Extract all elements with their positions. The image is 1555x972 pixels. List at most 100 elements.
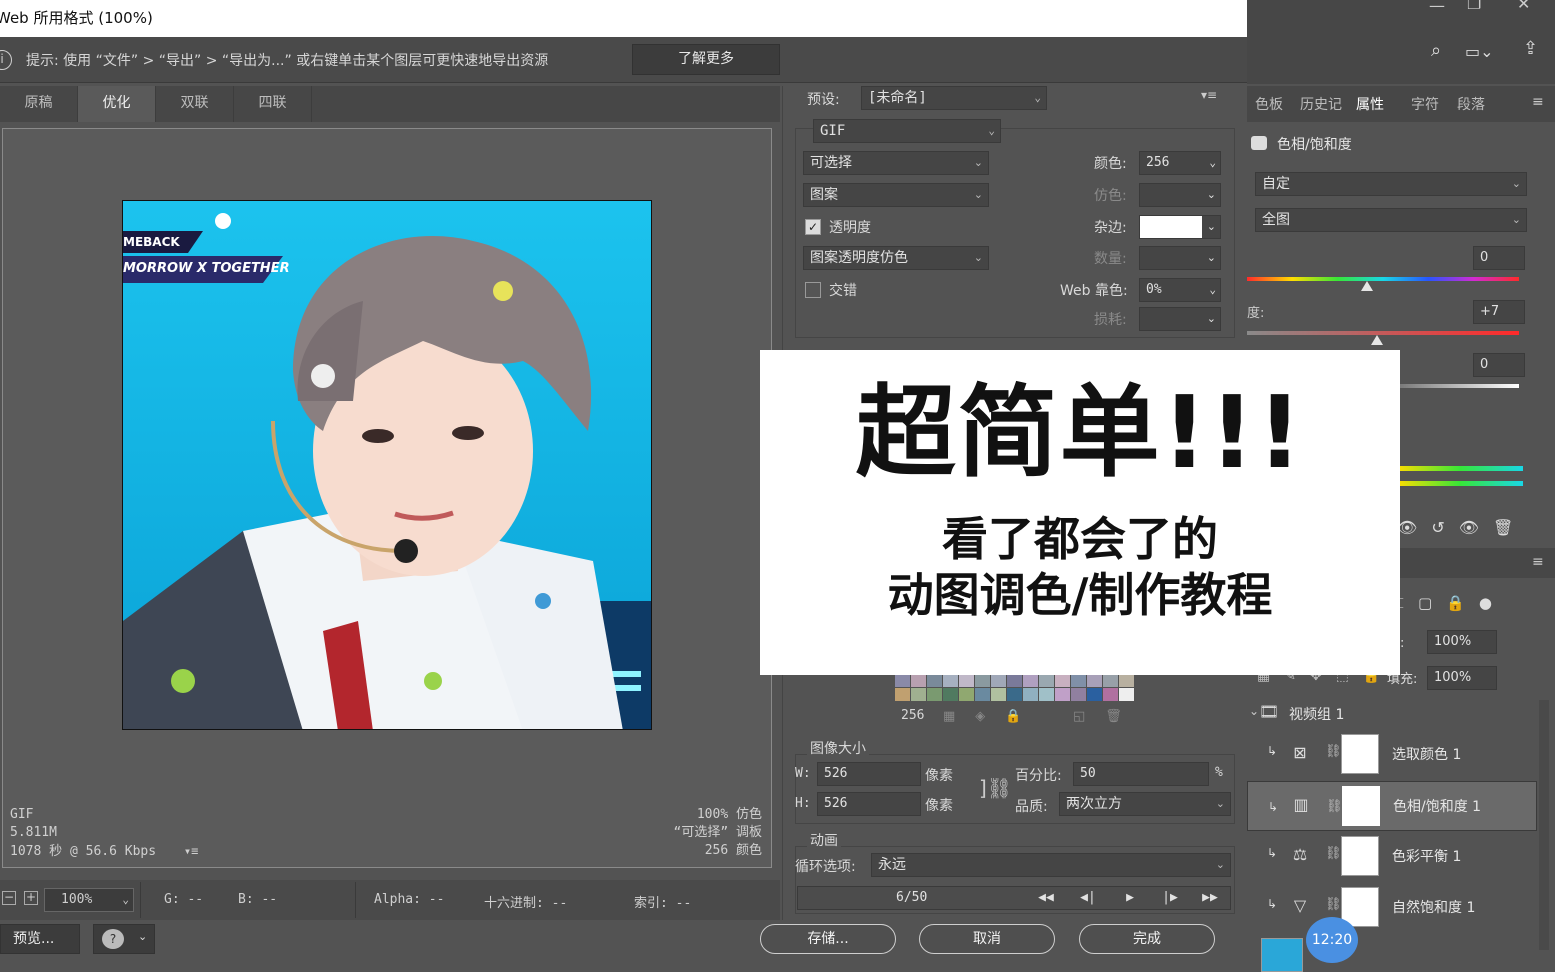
color-swatch[interactable] [991,688,1006,701]
last-frame-icon[interactable]: ▶▶ [1192,887,1228,909]
quality-select[interactable]: 两次立方 ⌄ [1059,792,1231,816]
color-swatch[interactable] [1119,674,1134,687]
tab-4-up[interactable]: 四联 [234,86,312,122]
color-swatch[interactable] [1055,674,1070,687]
color-table-tools-icon[interactable]: ▦◈🔒 [943,709,1041,724]
video-group-name[interactable]: 视频组 1 [1289,704,1344,724]
tab-character[interactable]: 字符 [1411,94,1439,114]
color-swatch[interactable] [1103,674,1118,687]
done-button[interactable]: 完成 [1079,924,1215,954]
fill-input[interactable]: 100% [1427,666,1497,690]
color-swatch[interactable] [1007,688,1022,701]
web-snap-input[interactable]: 0% ⌄ [1139,278,1221,302]
color-swatch[interactable] [1087,688,1102,701]
lightness-input[interactable]: 0 [1473,353,1525,377]
interlace-checkbox[interactable] [805,282,821,298]
color-swatch[interactable] [1039,674,1054,687]
video-layer-thumb[interactable] [1261,938,1303,972]
height-input[interactable]: 526 [817,792,921,816]
zoom-out-icon[interactable]: − [2,891,16,905]
color-swatch[interactable] [991,674,1006,687]
lossy-input[interactable]: ⌄ [1139,307,1221,331]
color-table[interactable] [895,674,1135,702]
format-select[interactable]: GIF ⌄ [813,119,1001,143]
saturation-slider[interactable] [1247,331,1519,335]
colors-input[interactable]: 256 ⌄ [1139,151,1221,175]
color-swatch[interactable] [927,688,942,701]
tab-paragraph[interactable]: 段落 [1457,94,1485,114]
color-swatch[interactable] [895,688,910,701]
color-swatch[interactable] [911,688,926,701]
color-swatch[interactable] [1039,688,1054,701]
layers-menu-icon[interactable]: ≡ [1532,554,1544,570]
zoom-select[interactable]: 100% ⌄ [44,888,134,912]
opacity-input[interactable]: 100% [1427,630,1497,654]
play-icon[interactable]: ▶ [1112,887,1148,909]
color-swatch[interactable] [975,674,990,687]
color-swatch[interactable] [943,674,958,687]
preview-button[interactable]: 预览... [0,924,80,954]
amount-input[interactable]: ⌄ [1139,246,1221,270]
minimize-icon[interactable]: — [1429,0,1445,15]
color-swatch[interactable] [1023,674,1038,687]
menu-icon[interactable]: ▾≡ [184,844,198,858]
panel-menu-icon[interactable]: ≡ [1532,94,1544,110]
workspace-icon[interactable]: ▭⌄ [1465,42,1494,61]
lock-icons[interactable]: ⌶▢🔒● [1395,594,1506,612]
chevron-down-icon[interactable]: ⌄ [1249,704,1259,718]
color-swatch[interactable] [895,674,910,687]
color-swatch[interactable] [959,674,974,687]
first-frame-icon[interactable]: ◀◀ [1028,887,1064,909]
tab-2-up[interactable]: 双联 [156,86,234,122]
next-frame-icon[interactable]: |▶ [1152,887,1188,909]
layer-row[interactable]: ↳ ⚖ ⛓ 色彩平衡 1 [1247,832,1537,882]
learn-more-button[interactable]: 了解更多 [632,44,780,75]
layer-row[interactable]: ↳ ⊠ ⛓ 选取颜色 1 [1247,730,1537,780]
color-swatch[interactable] [1087,674,1102,687]
color-swatch[interactable] [959,688,974,701]
hs-preset-select[interactable]: 自定 ⌄ [1255,172,1527,196]
save-button[interactable]: 存储... [760,924,896,954]
hue-slider-thumb[interactable] [1361,281,1373,291]
reduction-select[interactable]: 可选择 ⌄ [803,151,989,175]
color-swatch[interactable] [943,688,958,701]
color-swatch[interactable] [1103,688,1118,701]
tab-properties[interactable]: 属性 [1356,94,1384,114]
prev-frame-icon[interactable]: ◀| [1070,887,1106,909]
width-input[interactable]: 526 [817,762,921,786]
restore-icon[interactable]: ❐ [1467,0,1481,13]
tab-history[interactable]: 历史记 [1300,94,1342,114]
preset-select[interactable]: [未命名] ⌄ [861,86,1047,110]
hs-channel-select[interactable]: 全图 ⌄ [1255,208,1527,232]
preview-image[interactable]: MEBACK MORROW X TOGETHER [122,200,652,730]
tab-swatches[interactable]: 色板 [1255,94,1283,114]
transparency-dither-select[interactable]: 图案透明度仿色 ⌄ [803,246,989,270]
layer-row-selected[interactable]: ↳ ▥ ⛓ 色相/饱和度 1 [1247,781,1537,831]
matte-select[interactable]: ⌄ [1139,215,1221,239]
hue-slider[interactable] [1247,277,1519,281]
share-icon[interactable]: ⇪ [1523,38,1538,59]
dither-input[interactable]: ⌄ [1139,183,1221,207]
color-swatch[interactable] [975,688,990,701]
properties-footer-icons[interactable]: 👁↺👁🗑 [1397,518,1547,540]
dither-algo-select[interactable]: 图案 ⌄ [803,183,989,207]
color-swatch[interactable] [1119,688,1134,701]
percent-input[interactable]: 50 [1073,762,1209,786]
preset-menu-icon[interactable]: ▾≡ [1201,88,1217,102]
saturation-input[interactable]: +7 [1473,300,1525,324]
link-proportions-icon[interactable]: ]⛓ [979,776,1012,800]
close-icon[interactable]: ✕ [1517,0,1530,13]
color-swatch[interactable] [1023,688,1038,701]
color-swatch[interactable] [1071,688,1086,701]
tab-optimized[interactable]: 优化 [78,86,156,122]
color-table-new-delete-icon[interactable]: ◱🗑 [1073,709,1142,724]
layers-scrollbar[interactable] [1539,700,1549,950]
loop-select[interactable]: 永远 ⌄ [871,853,1231,877]
color-swatch[interactable] [1055,688,1070,701]
saturation-slider-thumb[interactable] [1371,335,1383,345]
color-swatch[interactable] [1007,674,1022,687]
search-icon[interactable]: ⌕ [1431,40,1441,61]
color-swatch[interactable] [927,674,942,687]
layer-row[interactable]: ↳ ▽ ⛓ 自然饱和度 1 [1247,883,1537,933]
cancel-button[interactable]: 取消 [919,924,1055,954]
